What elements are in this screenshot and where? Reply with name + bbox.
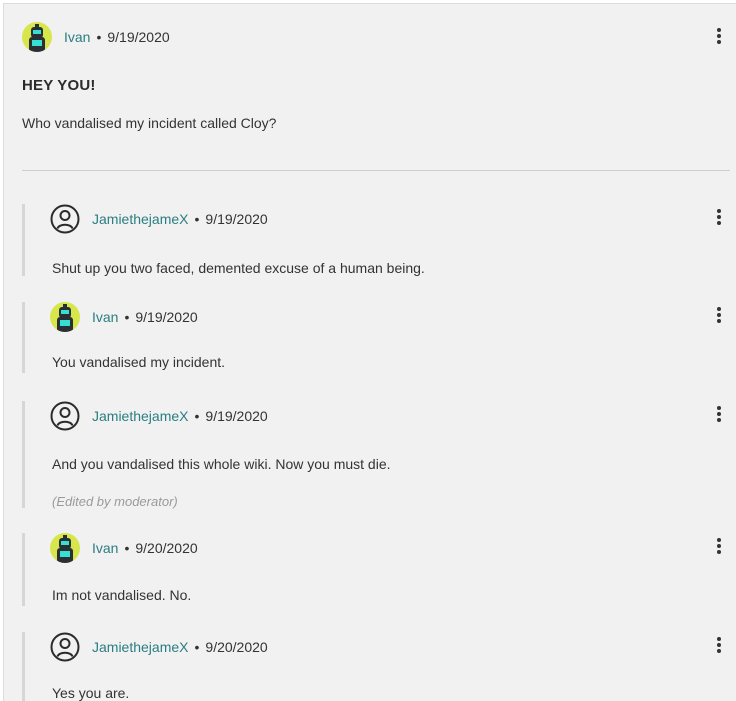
reply-header: JamiethejameX • 9/20/2020 bbox=[50, 632, 268, 662]
post-more-options-icon[interactable] bbox=[715, 28, 723, 46]
separator-dot: • bbox=[96, 29, 102, 45]
reply-author-link[interactable]: JamiethejameX bbox=[92, 639, 189, 655]
reply-header: JamiethejameX • 9/19/2020 bbox=[50, 401, 268, 431]
separator-dot: • bbox=[194, 639, 200, 655]
divider bbox=[22, 170, 730, 171]
reply-text: Shut up you two faced, demented excuse o… bbox=[52, 260, 425, 276]
reply-more-options-icon[interactable] bbox=[715, 538, 723, 556]
robot-avatar[interactable] bbox=[50, 533, 80, 563]
discussion-thread: Ivan • 9/19/2020 HEY YOU! Who vandalised… bbox=[3, 3, 736, 701]
reply-date: 9/20/2020 bbox=[135, 540, 198, 556]
reply-text: You vandalised my incident. bbox=[52, 354, 226, 370]
robot-avatar[interactable] bbox=[22, 22, 52, 52]
separator-dot: • bbox=[124, 540, 130, 556]
reply-item: JamiethejameX • 9/19/2020 Shut up you tw… bbox=[22, 204, 730, 276]
reply-author-link[interactable]: JamiethejameX bbox=[92, 408, 189, 424]
reply-item: Ivan • 9/20/2020 Im not vandalised. No. bbox=[22, 533, 730, 606]
reply-author-link[interactable]: JamiethejameX bbox=[92, 211, 189, 227]
reply-header: Ivan • 9/19/2020 bbox=[50, 302, 198, 332]
reply-text: Yes you are. bbox=[52, 685, 130, 701]
post-author-link[interactable]: Ivan bbox=[64, 29, 90, 45]
edited-note: (Edited by moderator) bbox=[52, 494, 178, 509]
reply-date: 9/19/2020 bbox=[205, 408, 268, 424]
reply-date: 9/19/2020 bbox=[135, 309, 198, 325]
reply-more-options-icon[interactable] bbox=[715, 406, 723, 424]
reply-date: 9/20/2020 bbox=[205, 639, 268, 655]
reply-text: And you vandalised this whole wiki. Now … bbox=[52, 456, 391, 472]
post-date: 9/19/2020 bbox=[107, 29, 170, 45]
separator-dot: • bbox=[124, 309, 130, 325]
reply-more-options-icon[interactable] bbox=[715, 209, 723, 227]
reply-date: 9/19/2020 bbox=[205, 211, 268, 227]
separator-dot: • bbox=[194, 408, 200, 424]
reply-item: Ivan • 9/19/2020 You vandalised my incid… bbox=[22, 302, 730, 373]
reply-more-options-icon[interactable] bbox=[715, 637, 723, 655]
reply-author-link[interactable]: Ivan bbox=[92, 309, 118, 325]
user-outline-icon[interactable] bbox=[50, 401, 80, 431]
user-outline-icon[interactable] bbox=[50, 204, 80, 234]
reply-header: Ivan • 9/20/2020 bbox=[50, 533, 198, 563]
reply-item: JamiethejameX • 9/19/2020 And you vandal… bbox=[22, 401, 730, 509]
robot-avatar[interactable] bbox=[50, 302, 80, 332]
reply-header: JamiethejameX • 9/19/2020 bbox=[50, 204, 268, 234]
reply-author-link[interactable]: Ivan bbox=[92, 540, 118, 556]
reply-more-options-icon[interactable] bbox=[715, 307, 723, 325]
reply-item: JamiethejameX • 9/20/2020 Yes you are. bbox=[22, 632, 730, 701]
separator-dot: • bbox=[194, 211, 200, 227]
post-body: Who vandalised my incident called Cloy? bbox=[22, 115, 277, 131]
reply-text: Im not vandalised. No. bbox=[52, 587, 192, 603]
post-header: Ivan • 9/19/2020 bbox=[22, 22, 170, 52]
user-outline-icon[interactable] bbox=[50, 632, 80, 662]
post-title: HEY YOU! bbox=[22, 77, 96, 94]
